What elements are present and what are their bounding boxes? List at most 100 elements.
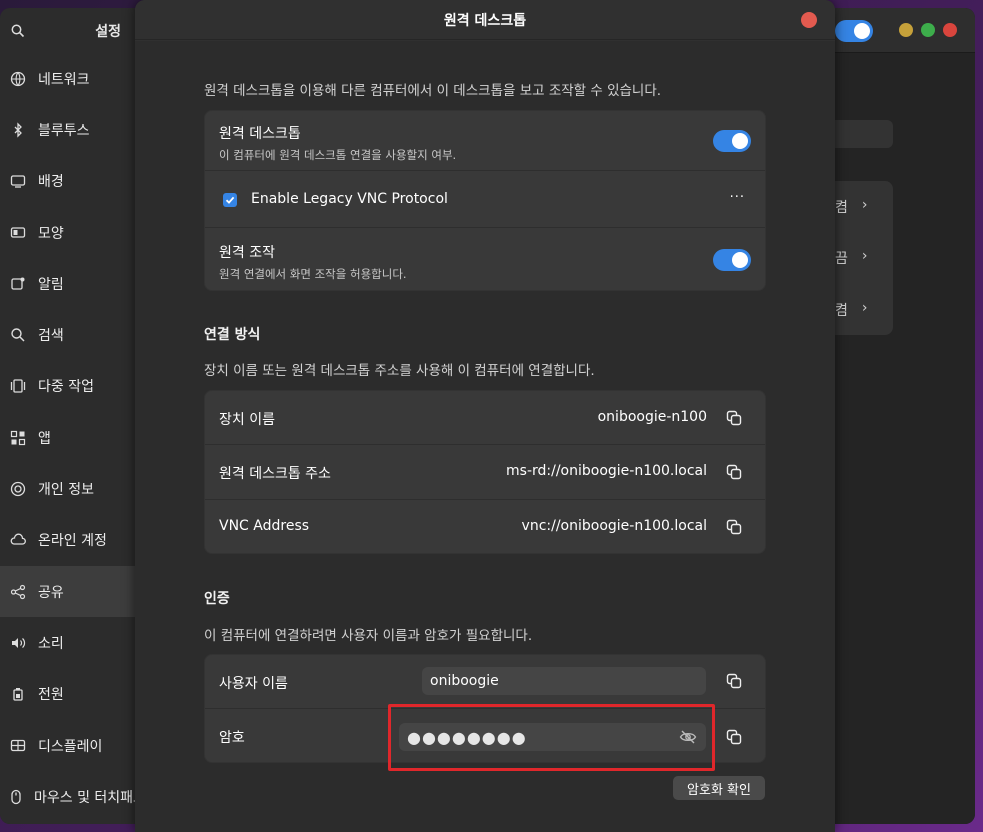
device-name-value: oniboogie-n100 (597, 409, 707, 425)
sidebar-item-label: 온라인 계정 (38, 533, 107, 550)
sidebar-item[interactable]: 배경 (0, 156, 135, 207)
sidebar-header: 설정 (0, 8, 135, 53)
sidebar-item[interactable]: 전원 (0, 669, 135, 720)
sidebar-item[interactable]: 네트워크 (0, 53, 135, 104)
minimize-button[interactable] (899, 23, 913, 37)
dialog-body: 원격 데스크톱을 이용해 다른 컴퓨터에서 이 데스크톱을 보고 조작할 수 있… (135, 41, 835, 832)
copy-icon[interactable] (723, 461, 745, 483)
sidebar-item-label: 모양 (38, 225, 64, 242)
password-label: 암호 (219, 730, 245, 746)
window-controls (899, 23, 957, 37)
sidebar-item-label: 검색 (38, 328, 64, 345)
username-row: 사용자 이름 oniboogie (205, 655, 765, 709)
remote-control-row: 원격 조작 원격 연결에서 화면 조작을 허용합니다. (205, 228, 765, 290)
notifications-icon (8, 274, 28, 294)
background-row[interactable]: 켬 › (835, 300, 868, 320)
sidebar-item[interactable]: 다중 작업 (0, 361, 135, 412)
intro-text: 원격 데스크톱을 이용해 다른 컴퓨터에서 이 데스크톱을 보고 조작할 수 있… (204, 83, 662, 99)
close-button[interactable] (943, 23, 957, 37)
sidebar-item[interactable]: 공유 (0, 565, 135, 618)
sidebar-item-label: 네트워크 (38, 71, 90, 88)
username-value: oniboogie (430, 673, 499, 689)
sidebar-item-label: 마우스 및 터치패드 (34, 789, 135, 806)
background-row-value: 켬 (835, 303, 848, 319)
connection-card: 장치 이름 oniboogie-n100 원격 데스크톱 주소 ms-rd://… (204, 390, 766, 554)
background-toggle[interactable] (835, 20, 873, 42)
checkmark-icon (225, 196, 235, 204)
dialog-close-button[interactable] (801, 12, 817, 28)
settings-title: 설정 (95, 23, 121, 40)
copy-icon[interactable] (723, 726, 745, 748)
sidebar-item-label: 블루투스 (38, 122, 90, 139)
sidebar-item-label: 개인 정보 (38, 482, 94, 499)
copy-icon[interactable] (723, 516, 745, 538)
sidebar-item[interactable]: 모양 (0, 207, 135, 258)
sidebar-item-label: 전원 (38, 687, 64, 704)
remote-control-title: 원격 조작 (219, 245, 275, 261)
remote-desktop-card: 원격 데스크톱 이 컴퓨터에 원격 데스크톱 연결을 사용할지 여부. Enab… (204, 110, 766, 291)
legacy-vnc-menu-button[interactable]: ··· (730, 190, 745, 205)
sound-icon (8, 633, 28, 653)
sidebar-item[interactable]: 디스플레이 (0, 720, 135, 771)
sidebar-item-label: 디스플레이 (38, 738, 103, 755)
privacy-icon (8, 479, 28, 499)
background-icon (8, 171, 28, 191)
remote-address-row: 원격 데스크톱 주소 ms-rd://oniboogie-n100.local (205, 445, 765, 500)
sidebar-item[interactable]: 알림 (0, 258, 135, 309)
network-icon (8, 69, 28, 89)
dialog-title: 원격 데스크톱 (443, 12, 527, 29)
multitasking-icon (8, 376, 28, 396)
sidebar-item[interactable]: 온라인 계정 (0, 515, 135, 566)
remote-desktop-toggle[interactable] (713, 130, 751, 152)
device-name-label: 장치 이름 (219, 412, 275, 428)
device-name-row: 장치 이름 oniboogie-n100 (205, 391, 765, 445)
vnc-address-label: VNC Address (219, 518, 310, 534)
remote-desktop-subtitle: 이 컴퓨터에 원격 데스크톱 연결을 사용할지 여부. (219, 148, 457, 162)
highlight-box (388, 704, 715, 771)
search-icon[interactable] (8, 21, 28, 41)
maximize-button[interactable] (921, 23, 935, 37)
dialog-header: 원격 데스크톱 (135, 0, 835, 40)
remote-desktop-row: 원격 데스크톱 이 컴퓨터에 원격 데스크톱 연결을 사용할지 여부. (205, 111, 765, 171)
background-row-value: 켬 (835, 200, 848, 216)
sidebar-item[interactable]: 개인 정보 (0, 463, 135, 514)
remote-desktop-title: 원격 데스크톱 (219, 126, 301, 142)
sidebar-item[interactable]: 블루투스 (0, 104, 135, 155)
sidebar-item[interactable]: 마우스 및 터치패드 (0, 771, 135, 822)
remote-desktop-dialog: 원격 데스크톱 원격 데스크톱을 이용해 다른 컴퓨터에서 이 데스크톱을 보고… (135, 0, 835, 832)
settings-sidebar: 설정 네트워크블루투스배경모양알림검색다중 작업 앱개인 정보온라인 계정공유소리… (0, 8, 135, 824)
display-icon (8, 736, 28, 756)
remote-address-value: ms-rd://oniboogie-n100.local (506, 463, 707, 479)
background-row[interactable]: 끔 › (835, 248, 868, 268)
background-row-value: 끔 (835, 251, 848, 267)
username-field[interactable]: oniboogie (422, 667, 706, 695)
auth-heading: 인증 (204, 591, 230, 607)
connection-description: 장치 이름 또는 원격 데스크톱 주소를 사용해 이 컴퓨터에 연결합니다. (204, 363, 595, 379)
vnc-address-row: VNC Address vnc://oniboogie-n100.local (205, 500, 765, 554)
chevron-right-icon: › (861, 197, 868, 213)
copy-icon[interactable] (723, 407, 745, 429)
copy-icon[interactable] (723, 670, 745, 692)
sidebar-item[interactable]: 검색 (0, 309, 135, 360)
background-row[interactable]: 켬 › (835, 197, 868, 217)
sidebar-item[interactable]: 소리 (0, 617, 135, 668)
apps-icon (8, 428, 28, 448)
legacy-vnc-checkbox[interactable] (223, 193, 237, 207)
appearance-icon (8, 223, 28, 243)
sidebar-item[interactable]: 앱 (0, 412, 135, 463)
connection-heading: 연결 방식 (204, 327, 261, 343)
search-icon (8, 325, 28, 345)
background-field (825, 120, 893, 148)
remote-control-toggle[interactable] (713, 249, 751, 271)
vnc-address-value: vnc://oniboogie-n100.local (521, 518, 707, 534)
remote-address-label: 원격 데스크톱 주소 (219, 466, 331, 482)
sidebar-item-label: 배경 (38, 174, 64, 191)
share-icon (8, 582, 28, 602)
power-icon (8, 684, 28, 704)
chevron-right-icon: › (861, 300, 868, 316)
chevron-right-icon: › (861, 248, 868, 264)
sidebar-item-label: 공유 (38, 584, 64, 601)
legacy-vnc-label: Enable Legacy VNC Protocol (251, 191, 448, 207)
remote-control-subtitle: 원격 연결에서 화면 조작을 허용합니다. (219, 267, 407, 281)
encryption-check-button[interactable]: 암호화 확인 (673, 776, 765, 800)
